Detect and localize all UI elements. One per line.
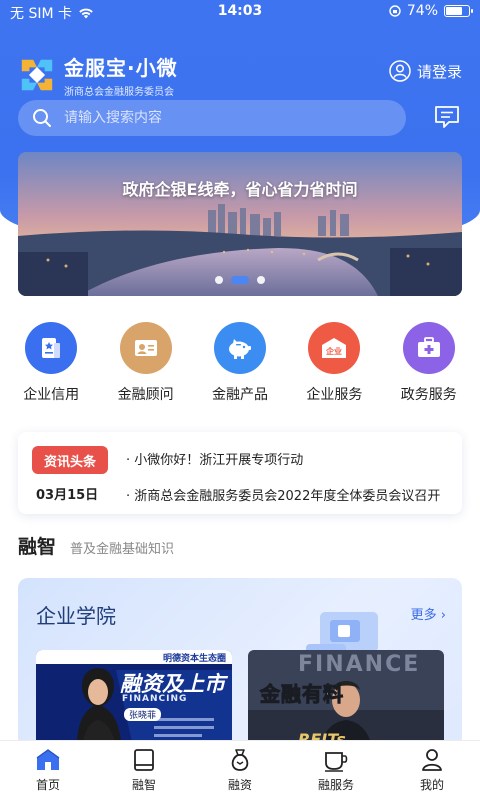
speaker-tag: 张晓菲 (124, 708, 162, 721)
more-label: 更多 (410, 608, 437, 623)
carousel-dot-active[interactable] (231, 276, 249, 284)
quick-menu: 企业信用 金融顾问 金融产品 企业 企业服务 政务服务 (0, 322, 480, 404)
course-headline: 金融有料 (260, 682, 344, 707)
banner-cityscape-image (18, 152, 462, 296)
course-bg-text: FINANCE (298, 652, 421, 677)
course-card-finance-insights[interactable]: FINANCE 金融有料 REITs (248, 650, 444, 748)
news-date: 03月15日 (36, 488, 99, 503)
tab-label: 融服务 (317, 778, 354, 792)
carousel-dot[interactable] (257, 276, 265, 284)
quick-item-label: 企业服务 (306, 387, 363, 403)
status-bar: 无 SIM 卡 14:03 74% (0, 0, 480, 24)
carousel-dot[interactable] (215, 276, 223, 284)
academy-card: 企业学院 更多 › 明德资本生态圈 融资及上市 FINANCING 张晓菲 FI… (18, 578, 462, 748)
battery-percent: 74% (406, 3, 438, 19)
quick-item-government-services[interactable]: 政务服务 (384, 322, 474, 404)
banner-carousel[interactable]: 政府企银E线牵，省心省力省时间 (18, 152, 462, 296)
home-icon (36, 749, 60, 770)
login-label: 请登录 (416, 62, 462, 81)
tab-financing[interactable]: 融资 (200, 741, 280, 800)
brand: 金服宝·小微 浙商总会金融服务委员会 (18, 52, 178, 98)
quick-item-label: 金融顾问 (117, 387, 174, 403)
book-icon (134, 749, 154, 771)
news-item[interactable]: 小微你好！浙江开展专项行动 (126, 449, 452, 468)
more-link[interactable]: 更多 › (411, 604, 446, 623)
user-circle-icon (389, 60, 411, 82)
carousel-indicator (18, 276, 462, 284)
quick-item-label: 企业信用 (23, 387, 80, 403)
news-item[interactable]: 浙商总会金融服务委员会2022年度全体委员会议召开 (126, 485, 452, 504)
login-button[interactable]: 请登录 (389, 60, 462, 82)
section-title: 融智 (18, 536, 57, 558)
banner-caption: 政府企银E线牵，省心省力省时间 (122, 180, 358, 199)
tab-label: 融资 (227, 778, 252, 792)
enterprise-icon: 企业 (308, 322, 361, 374)
section-subtitle: 普及金融基础知识 (70, 542, 175, 557)
tab-label: 我的 (419, 778, 444, 792)
brand-title: 金服宝·小微 (64, 56, 178, 80)
orientation-lock-icon (389, 5, 401, 17)
search-bar[interactable] (18, 100, 406, 136)
tab-rongzhi[interactable]: 融智 (104, 741, 184, 800)
bottom-tab-bar: 首页 融智 融资 融服务 我的 (0, 740, 480, 800)
user-icon (422, 749, 442, 771)
course-en-headline: FINANCING (122, 694, 188, 704)
brand-subtitle: 浙商总会金融服务委员会 (64, 87, 174, 98)
battery-icon (444, 5, 473, 17)
enterprise-badge-text: 企业 (325, 346, 342, 356)
piggy-bank-icon (213, 322, 266, 374)
message-icon[interactable] (432, 102, 462, 132)
course-card-financing[interactable]: 明德资本生态圈 融资及上市 FINANCING 张晓菲 (36, 650, 232, 748)
course-top-badge: 明德资本生态圈 (162, 654, 226, 664)
news-card: 资讯头条 03月15日 小微你好！浙江开展专项行动 浙商总会金融服务委员会202… (18, 432, 462, 514)
quick-item-financial-products[interactable]: 金融产品 (195, 322, 285, 404)
quick-item-label: 金融产品 (211, 387, 268, 403)
quick-item-label: 政务服务 (400, 387, 457, 403)
chevron-right-icon: › (440, 608, 446, 623)
cup-icon (325, 752, 348, 772)
tab-services[interactable]: 融服务 (296, 741, 376, 800)
briefcase-icon (402, 322, 455, 374)
news-tag-badge: 资讯头条 (32, 446, 108, 474)
tab-label: 首页 (35, 778, 60, 792)
quick-item-enterprise-services[interactable]: 企业 企业服务 (289, 322, 379, 404)
tab-home[interactable]: 首页 (8, 741, 88, 800)
advisor-icon (119, 322, 172, 374)
tab-label: 融智 (131, 778, 156, 792)
quick-item-financial-advisor[interactable]: 金融顾问 (101, 322, 191, 404)
quick-item-enterprise-credit[interactable]: 企业信用 (6, 322, 96, 404)
tab-profile[interactable]: 我的 (392, 741, 472, 800)
brand-logo-icon (21, 59, 53, 91)
section-header: 融智 普及金融基础知识 (18, 532, 174, 559)
academy-title: 企业学院 (36, 604, 116, 628)
search-icon (33, 109, 51, 127)
money-bag-icon (231, 749, 249, 771)
search-input[interactable] (64, 110, 364, 126)
credit-icon (25, 322, 78, 374)
